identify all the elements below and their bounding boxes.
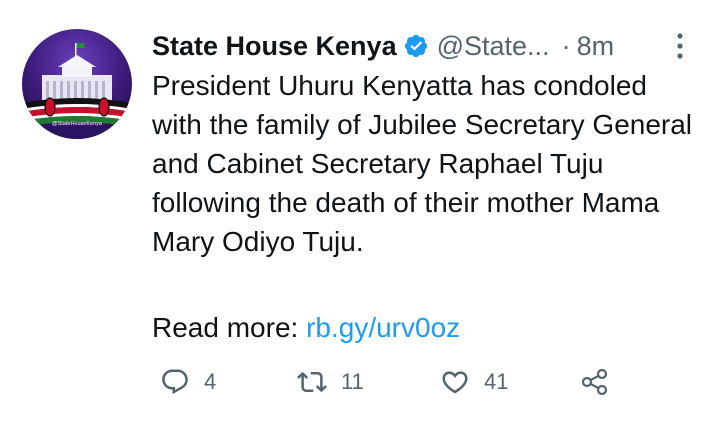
retweet-button[interactable]: 11 (297, 360, 364, 404)
author-handle[interactable]: @State... (437, 28, 550, 64)
read-more-label: Read more: (152, 312, 299, 343)
tweet-header: State House Kenya @State... · 8m (152, 28, 690, 64)
tweet-text: President Uhuru Kenyatta has condoled wi… (152, 66, 702, 261)
more-icon[interactable] (673, 31, 687, 61)
action-bar: 4 11 41 (0, 360, 720, 404)
author-name[interactable]: State House Kenya (152, 28, 397, 64)
tweet-timestamp[interactable]: 8m (577, 28, 615, 64)
avatar[interactable]: @StateHouseKenya (22, 29, 132, 139)
state-house-avatar-image: @StateHouseKenya (22, 29, 132, 139)
share-button[interactable] (580, 360, 610, 404)
retweet-count: 11 (341, 369, 364, 394)
reply-count: 4 (204, 369, 217, 394)
tweet-link[interactable]: rb.gy/urv0oz (306, 312, 460, 343)
tweet[interactable]: @StateHouseKenya State House Kenya @Stat… (0, 0, 720, 421)
share-icon (581, 368, 608, 396)
avatar-watermark: @StateHouseKenya (52, 121, 103, 127)
like-icon (442, 371, 468, 394)
reply-icon (162, 369, 188, 395)
header-separator: · (561, 31, 571, 61)
like-count: 41 (484, 369, 509, 394)
verified-badge-icon (404, 34, 427, 58)
like-button[interactable]: 41 (440, 360, 508, 404)
read-more-line: Read more: rb.gy/urv0oz (152, 310, 460, 346)
retweet-icon (297, 371, 327, 393)
reply-button[interactable]: 4 (160, 360, 216, 404)
tweet-body: President Uhuru Kenyatta has condoled wi… (152, 70, 693, 257)
